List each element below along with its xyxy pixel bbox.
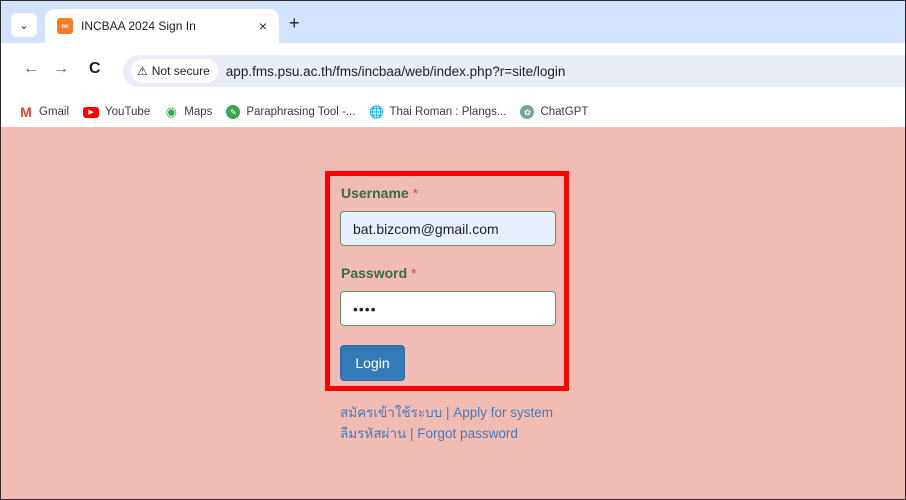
back-arrow-icon[interactable]: ← [23, 60, 39, 78]
active-tab[interactable]: ∞ INCBAA 2024 Sign In × [45, 9, 279, 43]
required-mark: * [411, 265, 417, 281]
address-bar[interactable]: ⚠ Not secure app.fms.psu.ac.th/fms/incba… [123, 55, 905, 87]
chatgpt-icon: ✿ [520, 105, 535, 119]
username-input[interactable]: bat.bizcom@gmail.com [340, 211, 556, 246]
bookmark-paraphrasing[interactable]: ✎ Paraphrasing Tool -... [226, 105, 355, 119]
username-label: Username * [341, 185, 419, 201]
browser-toolbar: ← → C ⚠ Not secure app.fms.psu.ac.th/fms… [1, 43, 905, 97]
required-mark: * [412, 185, 419, 201]
youtube-icon: ▶ [83, 106, 100, 118]
forgot-password-link[interactable]: ลืมรหัสผ่าน | Forgot password [340, 422, 518, 444]
bookmark-gmail[interactable]: M Gmail [19, 104, 70, 120]
bookmark-label: YouTube [105, 106, 151, 118]
close-icon[interactable]: × [259, 18, 267, 34]
tab-title: INCBAA 2024 Sign In [81, 19, 196, 33]
bookmark-label: ChatGPT [540, 106, 589, 118]
chevron-down-icon: ⌄ [19, 19, 29, 32]
bookmark-label: Paraphrasing Tool -... [246, 106, 356, 118]
password-label: Password * [341, 265, 417, 281]
bookmark-label: Maps [184, 106, 213, 118]
bookmarks-bar: M Gmail ▶ YouTube ◉ Maps ✎ Paraphrasing … [1, 97, 905, 127]
globe-icon: 🌐 [369, 105, 384, 119]
maps-pin-icon: ◉ [165, 104, 177, 119]
bookmark-label: Thai Roman : Plangs... [389, 106, 507, 118]
browser-window: ⌄ ∞ INCBAA 2024 Sign In × + ← → C ⚠ Not … [0, 0, 906, 500]
xampp-favicon-icon: ∞ [57, 18, 73, 34]
not-secure-label: Not secure [151, 64, 210, 78]
gmail-icon: M [20, 104, 32, 120]
url-text[interactable]: app.fms.psu.ac.th/fms/incbaa/web/index.p… [226, 64, 566, 79]
security-chip[interactable]: ⚠ Not secure [131, 59, 218, 83]
bookmark-maps[interactable]: ◉ Maps [164, 104, 213, 119]
forward-arrow-icon[interactable]: → [53, 60, 69, 78]
tab-strip: ⌄ ∞ INCBAA 2024 Sign In × + [1, 1, 905, 43]
reload-icon[interactable]: C [89, 60, 101, 78]
tab-search-button[interactable]: ⌄ [11, 13, 37, 37]
signup-link[interactable]: สมัครเข้าใช้ระบบ | Apply for system [340, 401, 553, 423]
new-tab-button[interactable]: + [289, 14, 300, 32]
login-button[interactable]: Login [340, 345, 405, 381]
bookmark-thai-roman[interactable]: 🌐 Thai Roman : Plangs... [369, 105, 506, 119]
login-page: Username * bat.bizcom@gmail.com Password… [1, 127, 905, 499]
password-input[interactable]: •••• [340, 291, 556, 326]
bookmark-label: Gmail [39, 106, 70, 118]
bookmark-youtube[interactable]: ▶ YouTube [83, 106, 150, 118]
warning-triangle-icon: ⚠ [137, 64, 148, 78]
paraphrasing-icon: ✎ [226, 105, 241, 119]
bookmark-chatgpt[interactable]: ✿ ChatGPT [520, 105, 588, 119]
